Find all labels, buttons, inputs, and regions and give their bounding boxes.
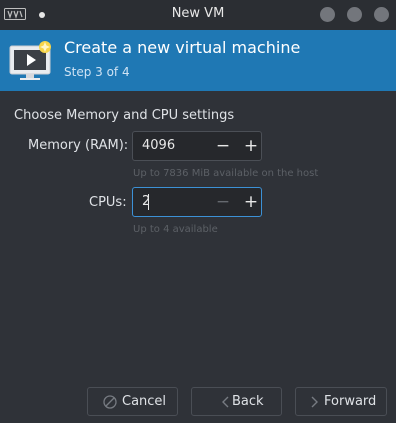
cpus-increment-button[interactable]: + <box>241 193 261 211</box>
cancel-icon <box>103 395 117 409</box>
window-titlebar: New VM <box>0 0 396 31</box>
back-button[interactable]: Back <box>191 387 282 416</box>
section-heading: Choose Memory and CPU settings <box>14 108 235 123</box>
maximize-button[interactable] <box>347 7 362 22</box>
cpus-decrement-button[interactable]: − <box>213 193 233 211</box>
forward-button-label: Forward <box>324 394 377 409</box>
close-button[interactable] <box>374 7 389 22</box>
monitor-new-icon <box>9 41 51 80</box>
memory-increment-button[interactable]: + <box>241 137 261 155</box>
cpus-label: CPUs: <box>89 195 127 210</box>
memory-hint: Up to 7836 MiB available on the host <box>133 168 319 179</box>
wizard-header: Create a new virtual machine Step 3 of 4 <box>0 30 396 91</box>
memory-value[interactable]: 4096 <box>142 138 175 153</box>
minimize-button[interactable] <box>320 7 335 22</box>
text-cursor <box>148 194 149 210</box>
cancel-button[interactable]: Cancel <box>87 387 178 416</box>
memory-spinbox[interactable]: 4096 − + <box>132 131 262 161</box>
cancel-button-label: Cancel <box>122 394 167 409</box>
memory-decrement-button[interactable]: − <box>213 137 233 155</box>
wizard-step-label: Step 3 of 4 <box>64 65 130 79</box>
memory-label: Memory (RAM): <box>28 138 129 153</box>
wizard-title: Create a new virtual machine <box>64 38 301 57</box>
chevron-right-icon <box>311 396 318 408</box>
cpus-spinbox[interactable]: 2 − + <box>132 187 262 217</box>
cpus-value[interactable]: 2 <box>142 194 150 209</box>
window-title: New VM <box>171 6 225 21</box>
back-button-label: Back <box>232 394 264 409</box>
forward-button[interactable]: Forward <box>295 387 387 416</box>
cpus-hint: Up to 4 available <box>133 224 218 235</box>
